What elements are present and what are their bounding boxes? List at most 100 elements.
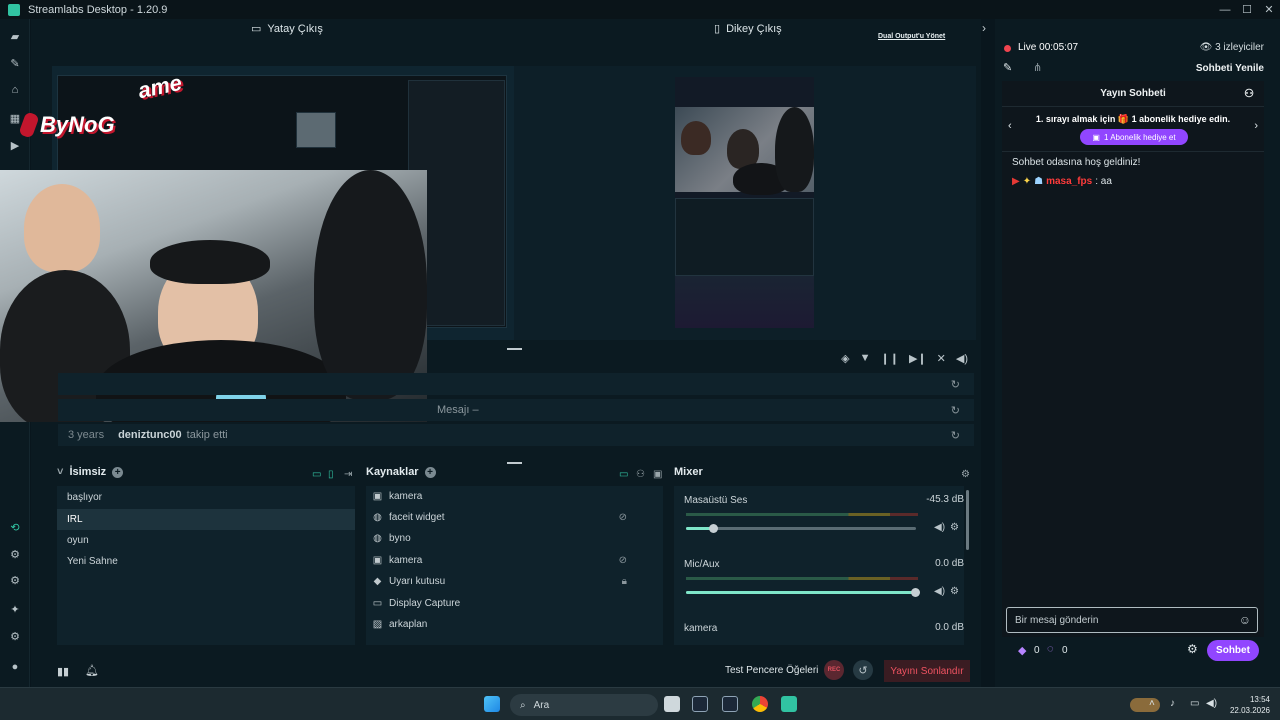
scene-item-selected[interactable]: IRL (57, 509, 355, 530)
dual-output-link[interactable]: Dual Output'u Yönet (878, 33, 945, 40)
source-item[interactable]: ▣ kamera (366, 486, 663, 507)
vertical-background (675, 276, 814, 328)
users-icon[interactable]: ⚇ (1244, 87, 1254, 100)
chat-input[interactable]: Bir mesaj gönderin ☺ (1006, 607, 1258, 633)
volume-slider[interactable] (686, 524, 916, 533)
badge-icon: ✦ (1022, 176, 1032, 187)
gear-icon[interactable]: ⚙ (950, 522, 959, 533)
refresh-chat-button[interactable]: Sohbeti Yenile (1196, 63, 1264, 74)
scene-collection-title[interactable]: İsimsiz (69, 466, 106, 478)
edit-stream-icon[interactable]: ✎ (1003, 61, 1012, 74)
taskbar-clock[interactable]: 13:54 22.03.2026 (1230, 694, 1270, 716)
shield-icon[interactable]: ◈ (841, 352, 849, 365)
stats-icon[interactable]: ▮▮ (57, 665, 69, 678)
steam-icon[interactable] (692, 696, 708, 712)
hidden-eye-icon[interactable]: ⊘ (619, 512, 627, 523)
share-icon[interactable]: ⋔ (1033, 61, 1042, 74)
scene-item[interactable]: başlıyor (57, 487, 355, 508)
volume-tray-icon[interactable]: ◀) (1206, 698, 1217, 709)
apps-icon[interactable]: ▦ (9, 113, 21, 125)
chat-send-button[interactable]: Sohbet (1207, 640, 1259, 661)
mixer-channel: kamera 0.0 dB (684, 622, 964, 634)
chrome-icon[interactable] (752, 696, 768, 712)
source-item[interactable]: ◆ Uyarı kutusu 🔒︎ (366, 571, 663, 592)
mixer-scrollbar[interactable] (966, 490, 969, 550)
task-view-icon[interactable] (664, 696, 680, 712)
channel-points-icon[interactable]: ◌ (1047, 643, 1054, 655)
dual-output-icon[interactable]: ▭ (619, 469, 628, 480)
dashboard-icon[interactable]: ⟲ (9, 522, 21, 534)
filter-icon[interactable]: ▼ (860, 352, 871, 365)
taskbar-search[interactable]: ⌕ Ara (510, 694, 1160, 716)
folder-icon[interactable]: ▣ (653, 469, 662, 480)
mute-alerts-icon[interactable]: ✕ (937, 352, 946, 365)
end-stream-button[interactable]: Yayını Sonlandır (884, 660, 970, 682)
chat-settings-icon[interactable]: ⚙ (1187, 642, 1198, 656)
gift-prompt: 1. sırayı almak için 🎁 1 abonelik hediye… (1035, 114, 1231, 124)
replay-buffer-button[interactable]: ↺ (853, 660, 873, 680)
volume-icon[interactable]: ◀) (956, 352, 968, 365)
repeat-alert-icon[interactable]: ↻ (951, 404, 960, 417)
skip-icon[interactable]: ▶❙ (909, 352, 927, 365)
pause-icon[interactable]: ❙❙ (881, 352, 899, 365)
repeat-alert-icon[interactable]: ↻ (951, 378, 960, 391)
collapse-panel-icon[interactable]: › (982, 21, 986, 35)
play-icon[interactable]: ▶ (9, 140, 21, 152)
store-icon[interactable]: ⌂ (9, 84, 21, 96)
mixer-settings-icon[interactable]: ⚙ (961, 469, 970, 480)
source-item[interactable]: ◍ byno (366, 528, 663, 549)
emoji-icon[interactable]: ☺ (1239, 613, 1251, 627)
scene-item[interactable]: Yeni Sahne (57, 551, 355, 572)
event-user[interactable]: deniztunc00 (118, 429, 182, 441)
record-button[interactable]: REC (824, 660, 844, 680)
notifications-icon[interactable]: 🔔︎ (85, 664, 99, 677)
speaker-icon[interactable]: ◀) (934, 522, 945, 533)
scenes-list: başlıyor IRL oyun Yeni Sahne (57, 486, 355, 645)
cloudbot-icon[interactable]: ⚙ (9, 549, 21, 561)
minimize-button[interactable]: — (1214, 0, 1236, 19)
vertical-toggle-icon[interactable]: ▯ (328, 469, 334, 480)
gear-icon[interactable]: ⚙ (950, 586, 959, 597)
add-scene-button[interactable]: + (112, 466, 124, 478)
microphone-icon[interactable]: ♪ (1170, 698, 1175, 709)
stream-duration: 00:05:07 (1039, 42, 1079, 53)
globe-icon: ◍ (373, 512, 382, 523)
repeat-alert-icon[interactable]: ↻ (951, 429, 960, 442)
source-item[interactable]: ▭ Display Capture (366, 593, 663, 614)
lock-icon[interactable]: 🔒︎ (622, 576, 627, 587)
test-widgets-button[interactable]: Test Pencere Öğeleri (725, 665, 818, 676)
source-item[interactable]: ▣ kamera ⊘ (366, 550, 663, 571)
horizontal-toggle-icon[interactable]: ▭ (312, 469, 321, 480)
network-icon[interactable]: ▭ (1190, 698, 1199, 709)
scene-transition-icon[interactable]: ⇥ (344, 469, 352, 480)
steam-alt-icon[interactable] (722, 696, 738, 712)
profile-icon[interactable]: ● (9, 661, 21, 673)
editor-icon[interactable]: ▰ (9, 31, 21, 43)
gift-sub-button[interactable]: ▣ 1 Abonelik hediye et (1080, 129, 1188, 145)
settings-icon[interactable]: ⚙ (9, 631, 21, 643)
chevron-down-icon[interactable]: ˅ (57, 466, 63, 478)
windows-start-icon[interactable] (484, 696, 500, 712)
close-button[interactable]: ✕ (1258, 0, 1280, 19)
camera-icon: ▣ (372, 555, 383, 566)
themes-icon[interactable]: ✎ (9, 58, 21, 70)
chevron-right-icon[interactable]: › (1254, 120, 1258, 132)
capture-vertical-cam (296, 112, 336, 148)
tray-chevron-icon[interactable]: ˄ (1149, 698, 1155, 709)
hidden-eye-icon[interactable]: ⊘ (619, 555, 627, 566)
source-item[interactable]: ◍ faceit widget ⊘ (366, 507, 663, 528)
bot-badge-icon: ☗ (1034, 176, 1044, 187)
chat-username[interactable]: masa_fps (1046, 176, 1092, 187)
highlighter-icon[interactable]: ⚙ (9, 575, 21, 587)
scene-item[interactable]: oyun (57, 530, 355, 551)
windows-taskbar: ⌕ Ara ˄ ♪ ▭ ◀) 13:54 22.03.2026 (0, 687, 1280, 720)
volume-slider[interactable] (686, 588, 920, 597)
ai-icon[interactable]: ✦ (9, 604, 21, 616)
maximize-button[interactable]: ☐ (1236, 0, 1258, 19)
speaker-icon[interactable]: ◀) (934, 586, 945, 597)
add-source-button[interactable]: + (424, 466, 436, 478)
group-icon[interactable]: ⚇ (636, 469, 645, 480)
streamlabs-taskbar-icon[interactable] (781, 696, 797, 712)
chevron-left-icon[interactable]: ‹ (1008, 120, 1012, 132)
source-item[interactable]: ▨ arkaplan (366, 614, 663, 635)
